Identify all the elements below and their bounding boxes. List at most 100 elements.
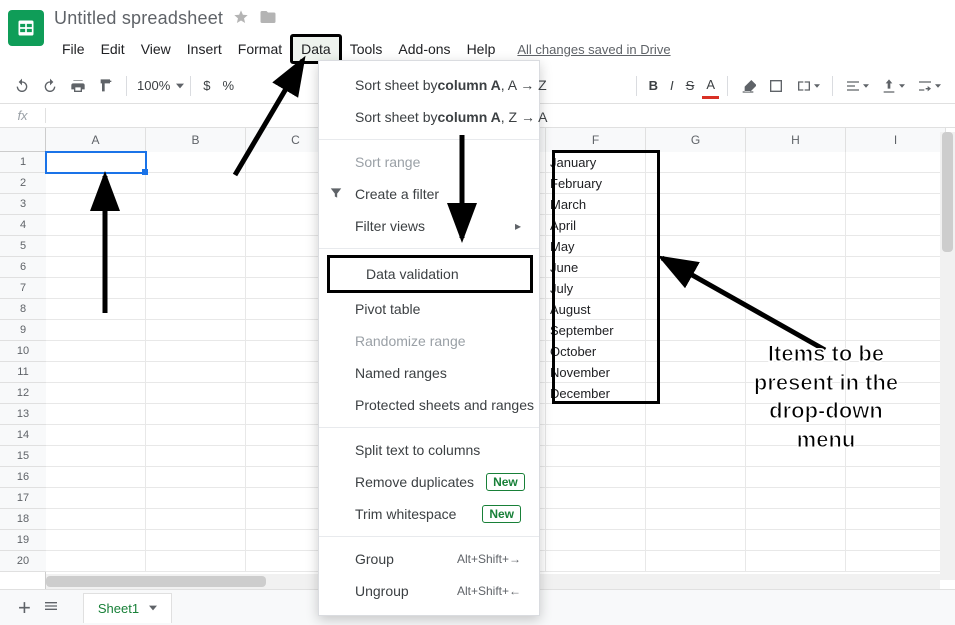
cell-H9[interactable] bbox=[746, 320, 846, 341]
row-header-3[interactable]: 3 bbox=[0, 194, 46, 215]
text-color-button[interactable]: A bbox=[700, 73, 721, 99]
cell-I1[interactable] bbox=[846, 152, 946, 173]
col-header-G[interactable]: G bbox=[646, 128, 746, 152]
menu-pivot-table[interactable]: Pivot table bbox=[319, 293, 539, 325]
cell-G2[interactable] bbox=[646, 173, 746, 194]
strike-button[interactable]: S bbox=[680, 73, 701, 99]
cell-B1[interactable] bbox=[146, 152, 246, 173]
row-header-20[interactable]: 20 bbox=[0, 551, 46, 572]
doc-title[interactable]: Untitled spreadsheet bbox=[54, 8, 223, 29]
cell-G7[interactable] bbox=[646, 278, 746, 299]
cell-I16[interactable] bbox=[846, 467, 946, 488]
cell-A1[interactable] bbox=[46, 152, 146, 173]
menu-trim-whitespace[interactable]: Trim whitespace New bbox=[319, 498, 539, 530]
col-header-B[interactable]: B bbox=[146, 128, 246, 152]
menu-view[interactable]: View bbox=[133, 37, 179, 61]
cell-A20[interactable] bbox=[46, 551, 146, 572]
menu-data-validation[interactable]: Data validation bbox=[327, 255, 533, 293]
print-icon[interactable] bbox=[64, 73, 92, 99]
col-header-A[interactable]: A bbox=[46, 128, 146, 152]
cell-A16[interactable] bbox=[46, 467, 146, 488]
redo-icon[interactable] bbox=[36, 73, 64, 99]
cell-A19[interactable] bbox=[46, 530, 146, 551]
cell-B16[interactable] bbox=[146, 467, 246, 488]
undo-icon[interactable] bbox=[8, 73, 36, 99]
cell-B20[interactable] bbox=[146, 551, 246, 572]
cell-H6[interactable] bbox=[746, 257, 846, 278]
row-header-16[interactable]: 16 bbox=[0, 467, 46, 488]
cell-H16[interactable] bbox=[746, 467, 846, 488]
cell-A6[interactable] bbox=[46, 257, 146, 278]
cell-H19[interactable] bbox=[746, 530, 846, 551]
wrap-icon[interactable] bbox=[911, 73, 947, 99]
cell-I9[interactable] bbox=[846, 320, 946, 341]
menu-tools[interactable]: Tools bbox=[342, 37, 391, 61]
cell-G5[interactable] bbox=[646, 236, 746, 257]
cell-F19[interactable] bbox=[546, 530, 646, 551]
cell-A12[interactable] bbox=[46, 383, 146, 404]
all-sheets-button[interactable] bbox=[43, 598, 59, 617]
cell-I3[interactable] bbox=[846, 194, 946, 215]
cell-H5[interactable] bbox=[746, 236, 846, 257]
row-header-5[interactable]: 5 bbox=[0, 236, 46, 257]
menu-group[interactable]: Group Alt+Shift+→ bbox=[319, 543, 539, 575]
cell-B4[interactable] bbox=[146, 215, 246, 236]
cell-B15[interactable] bbox=[146, 446, 246, 467]
col-header-F[interactable]: F bbox=[546, 128, 646, 152]
cell-A2[interactable] bbox=[46, 173, 146, 194]
cell-A18[interactable] bbox=[46, 509, 146, 530]
cell-H17[interactable] bbox=[746, 488, 846, 509]
row-header-9[interactable]: 9 bbox=[0, 320, 46, 341]
menu-addons[interactable]: Add-ons bbox=[390, 37, 458, 61]
row-header-12[interactable]: 12 bbox=[0, 383, 46, 404]
cell-A13[interactable] bbox=[46, 404, 146, 425]
cell-A15[interactable] bbox=[46, 446, 146, 467]
row-header-11[interactable]: 11 bbox=[0, 362, 46, 383]
cell-B13[interactable] bbox=[146, 404, 246, 425]
cell-H20[interactable] bbox=[746, 551, 846, 572]
cell-G3[interactable] bbox=[646, 194, 746, 215]
cell-B18[interactable] bbox=[146, 509, 246, 530]
add-sheet-button[interactable]: + bbox=[18, 595, 31, 621]
menu-filter-views[interactable]: Filter views ▸ bbox=[319, 210, 539, 242]
sheet-tab-sheet1[interactable]: Sheet1 bbox=[83, 593, 172, 623]
cell-A4[interactable] bbox=[46, 215, 146, 236]
cell-B10[interactable] bbox=[146, 341, 246, 362]
cell-B6[interactable] bbox=[146, 257, 246, 278]
cell-B12[interactable] bbox=[146, 383, 246, 404]
menu-insert[interactable]: Insert bbox=[179, 37, 230, 61]
cell-H8[interactable] bbox=[746, 299, 846, 320]
cell-A7[interactable] bbox=[46, 278, 146, 299]
select-all-corner[interactable] bbox=[0, 128, 46, 152]
fill-color-icon[interactable] bbox=[734, 73, 762, 99]
cell-G16[interactable] bbox=[646, 467, 746, 488]
menu-create-filter[interactable]: Create a filter bbox=[319, 178, 539, 210]
cell-F15[interactable] bbox=[546, 446, 646, 467]
cell-I6[interactable] bbox=[846, 257, 946, 278]
cell-I19[interactable] bbox=[846, 530, 946, 551]
cell-G20[interactable] bbox=[646, 551, 746, 572]
cell-B19[interactable] bbox=[146, 530, 246, 551]
cell-B7[interactable] bbox=[146, 278, 246, 299]
col-header-H[interactable]: H bbox=[746, 128, 846, 152]
cell-B11[interactable] bbox=[146, 362, 246, 383]
cell-H18[interactable] bbox=[746, 509, 846, 530]
row-header-7[interactable]: 7 bbox=[0, 278, 46, 299]
cell-F18[interactable] bbox=[546, 509, 646, 530]
cell-B2[interactable] bbox=[146, 173, 246, 194]
row-header-10[interactable]: 10 bbox=[0, 341, 46, 362]
row-header-17[interactable]: 17 bbox=[0, 488, 46, 509]
cell-G9[interactable] bbox=[646, 320, 746, 341]
cell-I17[interactable] bbox=[846, 488, 946, 509]
row-header-15[interactable]: 15 bbox=[0, 446, 46, 467]
menu-file[interactable]: File bbox=[54, 37, 93, 61]
cell-A10[interactable] bbox=[46, 341, 146, 362]
cell-B14[interactable] bbox=[146, 425, 246, 446]
menu-edit[interactable]: Edit bbox=[93, 37, 133, 61]
row-header-6[interactable]: 6 bbox=[0, 257, 46, 278]
cell-I5[interactable] bbox=[846, 236, 946, 257]
borders-icon[interactable] bbox=[762, 73, 790, 99]
menu-sort-za[interactable]: Sort sheet by column A, Z → A bbox=[319, 101, 539, 133]
cell-G1[interactable] bbox=[646, 152, 746, 173]
star-icon[interactable] bbox=[233, 9, 249, 28]
